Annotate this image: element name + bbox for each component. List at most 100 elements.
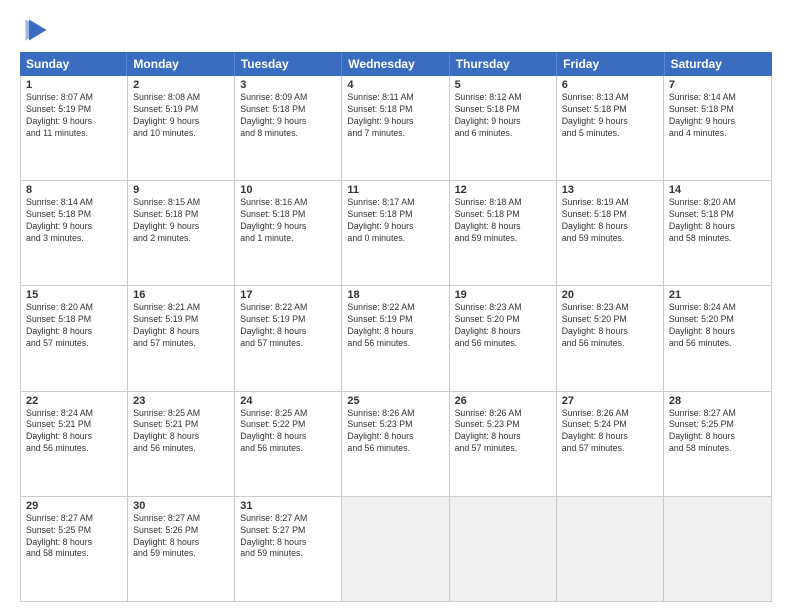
day-info: Sunrise: 8:26 AM Sunset: 5:23 PM Dayligh…	[347, 408, 443, 456]
calendar-cell: 7Sunrise: 8:14 AM Sunset: 5:18 PM Daylig…	[664, 76, 771, 180]
day-number: 15	[26, 289, 122, 301]
calendar-cell: 26Sunrise: 8:26 AM Sunset: 5:23 PM Dayli…	[450, 392, 557, 496]
day-info: Sunrise: 8:27 AM Sunset: 5:27 PM Dayligh…	[240, 513, 336, 561]
header-day-sunday: Sunday	[20, 52, 127, 76]
header	[20, 16, 772, 44]
calendar-cell: 24Sunrise: 8:25 AM Sunset: 5:22 PM Dayli…	[235, 392, 342, 496]
day-number: 20	[562, 289, 658, 301]
calendar-cell	[450, 497, 557, 601]
header-day-tuesday: Tuesday	[235, 52, 342, 76]
calendar-cell: 8Sunrise: 8:14 AM Sunset: 5:18 PM Daylig…	[21, 181, 128, 285]
calendar-cell: 13Sunrise: 8:19 AM Sunset: 5:18 PM Dayli…	[557, 181, 664, 285]
day-info: Sunrise: 8:14 AM Sunset: 5:18 PM Dayligh…	[669, 92, 766, 140]
day-info: Sunrise: 8:25 AM Sunset: 5:22 PM Dayligh…	[240, 408, 336, 456]
day-info: Sunrise: 8:23 AM Sunset: 5:20 PM Dayligh…	[562, 302, 658, 350]
day-info: Sunrise: 8:11 AM Sunset: 5:18 PM Dayligh…	[347, 92, 443, 140]
calendar-body-outer: 1Sunrise: 8:07 AM Sunset: 5:19 PM Daylig…	[20, 76, 772, 602]
calendar-row: 29Sunrise: 8:27 AM Sunset: 5:25 PM Dayli…	[21, 497, 771, 601]
calendar-cell: 30Sunrise: 8:27 AM Sunset: 5:26 PM Dayli…	[128, 497, 235, 601]
calendar-cell: 22Sunrise: 8:24 AM Sunset: 5:21 PM Dayli…	[21, 392, 128, 496]
header-day-friday: Friday	[557, 52, 664, 76]
day-info: Sunrise: 8:19 AM Sunset: 5:18 PM Dayligh…	[562, 197, 658, 245]
day-info: Sunrise: 8:14 AM Sunset: 5:18 PM Dayligh…	[26, 197, 122, 245]
calendar: SundayMondayTuesdayWednesdayThursdayFrid…	[20, 52, 772, 602]
day-number: 16	[133, 289, 229, 301]
logo	[20, 16, 50, 44]
calendar-cell: 1Sunrise: 8:07 AM Sunset: 5:19 PM Daylig…	[21, 76, 128, 180]
logo-icon	[22, 16, 50, 44]
day-number: 25	[347, 395, 443, 407]
calendar-cell: 16Sunrise: 8:21 AM Sunset: 5:19 PM Dayli…	[128, 286, 235, 390]
calendar-cell: 3Sunrise: 8:09 AM Sunset: 5:18 PM Daylig…	[235, 76, 342, 180]
calendar-cell: 5Sunrise: 8:12 AM Sunset: 5:18 PM Daylig…	[450, 76, 557, 180]
page: SundayMondayTuesdayWednesdayThursdayFrid…	[0, 0, 792, 612]
calendar-header: SundayMondayTuesdayWednesdayThursdayFrid…	[20, 52, 772, 76]
calendar-row: 1Sunrise: 8:07 AM Sunset: 5:19 PM Daylig…	[21, 76, 771, 181]
calendar-cell: 4Sunrise: 8:11 AM Sunset: 5:18 PM Daylig…	[342, 76, 449, 180]
day-info: Sunrise: 8:20 AM Sunset: 5:18 PM Dayligh…	[26, 302, 122, 350]
day-info: Sunrise: 8:26 AM Sunset: 5:24 PM Dayligh…	[562, 408, 658, 456]
header-day-wednesday: Wednesday	[342, 52, 449, 76]
calendar-body: 1Sunrise: 8:07 AM Sunset: 5:19 PM Daylig…	[21, 76, 771, 601]
day-info: Sunrise: 8:23 AM Sunset: 5:20 PM Dayligh…	[455, 302, 551, 350]
day-info: Sunrise: 8:22 AM Sunset: 5:19 PM Dayligh…	[347, 302, 443, 350]
calendar-cell: 25Sunrise: 8:26 AM Sunset: 5:23 PM Dayli…	[342, 392, 449, 496]
day-number: 29	[26, 500, 122, 512]
header-day-monday: Monday	[127, 52, 234, 76]
calendar-cell: 20Sunrise: 8:23 AM Sunset: 5:20 PM Dayli…	[557, 286, 664, 390]
calendar-cell: 27Sunrise: 8:26 AM Sunset: 5:24 PM Dayli…	[557, 392, 664, 496]
day-info: Sunrise: 8:22 AM Sunset: 5:19 PM Dayligh…	[240, 302, 336, 350]
calendar-row: 8Sunrise: 8:14 AM Sunset: 5:18 PM Daylig…	[21, 181, 771, 286]
day-number: 3	[240, 79, 336, 91]
calendar-cell: 31Sunrise: 8:27 AM Sunset: 5:27 PM Dayli…	[235, 497, 342, 601]
day-info: Sunrise: 8:09 AM Sunset: 5:18 PM Dayligh…	[240, 92, 336, 140]
header-day-saturday: Saturday	[665, 52, 772, 76]
day-info: Sunrise: 8:27 AM Sunset: 5:26 PM Dayligh…	[133, 513, 229, 561]
calendar-cell	[664, 497, 771, 601]
day-info: Sunrise: 8:24 AM Sunset: 5:21 PM Dayligh…	[26, 408, 122, 456]
calendar-cell: 11Sunrise: 8:17 AM Sunset: 5:18 PM Dayli…	[342, 181, 449, 285]
calendar-cell: 23Sunrise: 8:25 AM Sunset: 5:21 PM Dayli…	[128, 392, 235, 496]
day-number: 31	[240, 500, 336, 512]
calendar-cell: 19Sunrise: 8:23 AM Sunset: 5:20 PM Dayli…	[450, 286, 557, 390]
day-number: 13	[562, 184, 658, 196]
day-number: 27	[562, 395, 658, 407]
day-info: Sunrise: 8:13 AM Sunset: 5:18 PM Dayligh…	[562, 92, 658, 140]
day-number: 23	[133, 395, 229, 407]
header-day-thursday: Thursday	[450, 52, 557, 76]
calendar-cell: 21Sunrise: 8:24 AM Sunset: 5:20 PM Dayli…	[664, 286, 771, 390]
day-info: Sunrise: 8:27 AM Sunset: 5:25 PM Dayligh…	[669, 408, 766, 456]
calendar-cell: 2Sunrise: 8:08 AM Sunset: 5:19 PM Daylig…	[128, 76, 235, 180]
day-number: 9	[133, 184, 229, 196]
calendar-cell: 10Sunrise: 8:16 AM Sunset: 5:18 PM Dayli…	[235, 181, 342, 285]
calendar-cell: 12Sunrise: 8:18 AM Sunset: 5:18 PM Dayli…	[450, 181, 557, 285]
day-info: Sunrise: 8:12 AM Sunset: 5:18 PM Dayligh…	[455, 92, 551, 140]
day-number: 12	[455, 184, 551, 196]
calendar-cell: 14Sunrise: 8:20 AM Sunset: 5:18 PM Dayli…	[664, 181, 771, 285]
calendar-row: 22Sunrise: 8:24 AM Sunset: 5:21 PM Dayli…	[21, 392, 771, 497]
day-info: Sunrise: 8:07 AM Sunset: 5:19 PM Dayligh…	[26, 92, 122, 140]
day-number: 8	[26, 184, 122, 196]
calendar-row: 15Sunrise: 8:20 AM Sunset: 5:18 PM Dayli…	[21, 286, 771, 391]
day-info: Sunrise: 8:20 AM Sunset: 5:18 PM Dayligh…	[669, 197, 766, 245]
day-number: 28	[669, 395, 766, 407]
calendar-cell: 17Sunrise: 8:22 AM Sunset: 5:19 PM Dayli…	[235, 286, 342, 390]
calendar-cell: 6Sunrise: 8:13 AM Sunset: 5:18 PM Daylig…	[557, 76, 664, 180]
calendar-cell: 18Sunrise: 8:22 AM Sunset: 5:19 PM Dayli…	[342, 286, 449, 390]
calendar-cell: 15Sunrise: 8:20 AM Sunset: 5:18 PM Dayli…	[21, 286, 128, 390]
day-number: 10	[240, 184, 336, 196]
day-number: 22	[26, 395, 122, 407]
day-info: Sunrise: 8:27 AM Sunset: 5:25 PM Dayligh…	[26, 513, 122, 561]
day-info: Sunrise: 8:17 AM Sunset: 5:18 PM Dayligh…	[347, 197, 443, 245]
day-info: Sunrise: 8:21 AM Sunset: 5:19 PM Dayligh…	[133, 302, 229, 350]
calendar-cell	[557, 497, 664, 601]
day-number: 11	[347, 184, 443, 196]
day-number: 19	[455, 289, 551, 301]
calendar-cell: 28Sunrise: 8:27 AM Sunset: 5:25 PM Dayli…	[664, 392, 771, 496]
calendar-cell	[342, 497, 449, 601]
day-info: Sunrise: 8:18 AM Sunset: 5:18 PM Dayligh…	[455, 197, 551, 245]
day-number: 1	[26, 79, 122, 91]
day-number: 26	[455, 395, 551, 407]
day-number: 7	[669, 79, 766, 91]
day-number: 6	[562, 79, 658, 91]
